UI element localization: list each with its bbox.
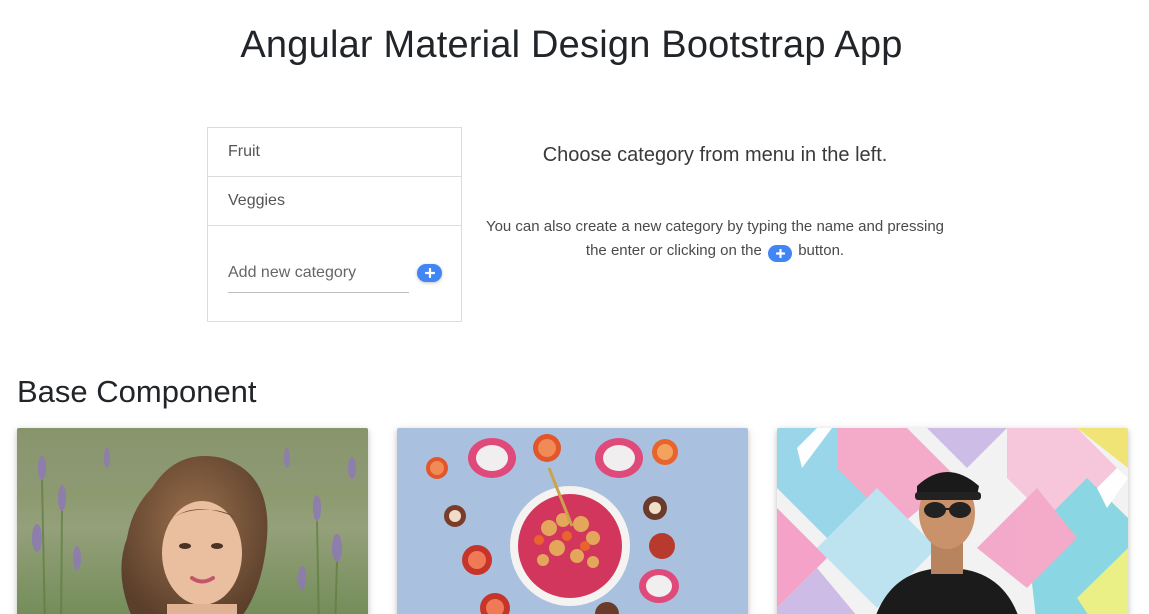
info-text: You can also create a new category by ty… [480,215,950,263]
info-text-before: You can also create a new category by ty… [485,218,945,259]
info-area: Choose category from menu in the left. Y… [480,127,950,263]
category-item-fruit[interactable]: Fruit [208,128,461,177]
add-category-input[interactable] [228,254,409,293]
add-category-row [208,226,461,322]
man-with-sunglasses-colorful-wall-image [777,428,1128,614]
plus-icon [424,268,435,278]
category-list: Fruit Veggies [207,127,462,322]
plus-icon [768,245,793,262]
smoothie-bowl-with-fruit-image [397,428,748,614]
card-image-woman[interactable] [17,428,368,614]
info-heading: Choose category from menu in the left. [542,144,888,166]
card-image-smoothie[interactable] [397,428,748,614]
info-text-after: button. [798,242,845,259]
woman-in-lavender-field-image [17,428,368,614]
add-category-button[interactable] [417,264,442,282]
page-title: Angular Material Design Bootstrap App [240,24,903,66]
card-image-man[interactable] [777,428,1128,614]
category-item-veggies[interactable]: Veggies [208,177,461,226]
section-title: Base Component [17,374,257,409]
